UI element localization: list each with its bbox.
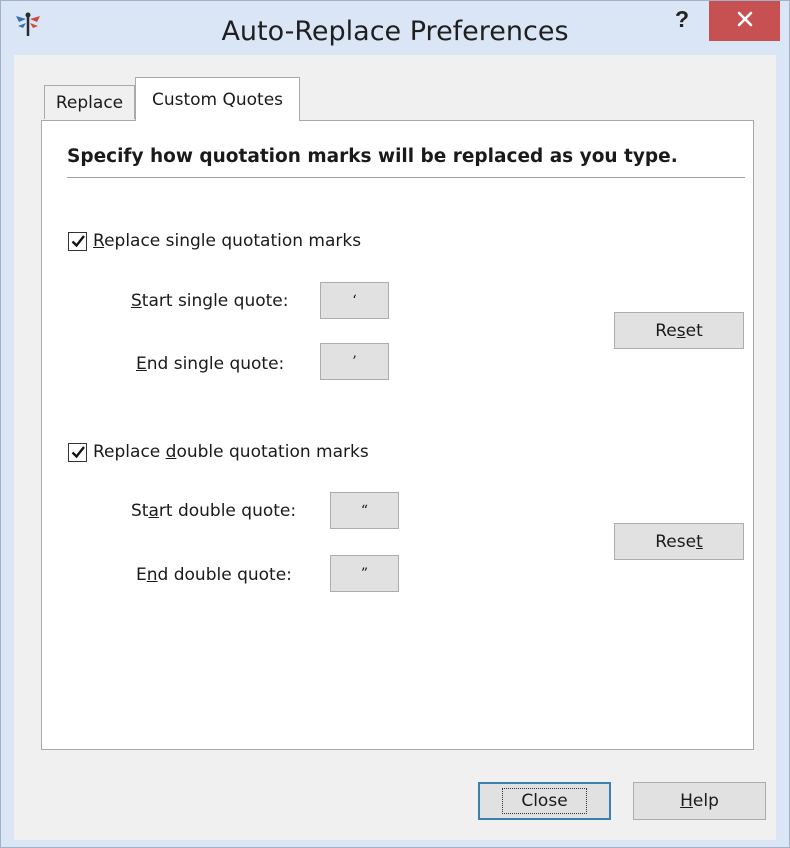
tab-replace[interactable]: Replace <box>44 85 135 119</box>
button-label: Close <box>502 788 587 814</box>
checkbox-label: Replace double quotation marks <box>93 442 369 462</box>
start-single-quote-label: Start single quote: <box>131 291 289 311</box>
button-label: Help <box>680 791 719 811</box>
reset-double-button[interactable]: Reset <box>614 523 744 560</box>
tab-panel <box>41 120 754 750</box>
close-button[interactable]: Close <box>478 782 611 820</box>
close-x-icon <box>737 11 753 31</box>
panel-heading: Specify how quotation marks will be repl… <box>67 146 678 167</box>
close-window-button[interactable] <box>709 1 780 41</box>
tab-custom-quotes[interactable]: Custom Quotes <box>135 77 300 121</box>
start-double-quote-label: Start double quote: <box>131 501 297 521</box>
title-bar[interactable]: Auto-Replace Preferences ? <box>0 0 790 56</box>
checkmark-icon <box>71 234 85 247</box>
end-single-quote-button[interactable]: ’ <box>320 343 389 380</box>
start-double-quote-button[interactable]: “ <box>330 492 399 529</box>
checkmark-icon <box>71 445 85 458</box>
replace-single-checkbox[interactable]: Replace single quotation marks <box>68 231 361 251</box>
heading-divider <box>67 177 745 178</box>
checkbox-label: Replace single quotation marks <box>93 231 362 251</box>
replace-double-checkbox[interactable]: Replace double quotation marks <box>68 442 369 462</box>
tab-label: Custom Quotes <box>151 89 284 110</box>
reset-single-button[interactable]: Reset <box>614 312 744 349</box>
end-double-quote-button[interactable]: ” <box>330 555 399 592</box>
help-question-button[interactable]: ? <box>664 6 700 38</box>
checkbox-box[interactable] <box>68 231 87 251</box>
checkbox-box[interactable] <box>68 442 87 462</box>
start-single-quote-button[interactable]: ‘ <box>320 282 389 319</box>
dialog-window: Auto-Replace Preferences ? Replace Custo… <box>0 0 790 848</box>
end-single-quote-label: End single quote: <box>136 354 285 374</box>
end-double-quote-label: End double quote: <box>136 565 292 585</box>
button-label: Reset <box>655 531 703 552</box>
tab-label: Replace <box>55 92 124 113</box>
button-label: Reset <box>655 320 703 341</box>
help-button[interactable]: Help <box>633 782 766 820</box>
